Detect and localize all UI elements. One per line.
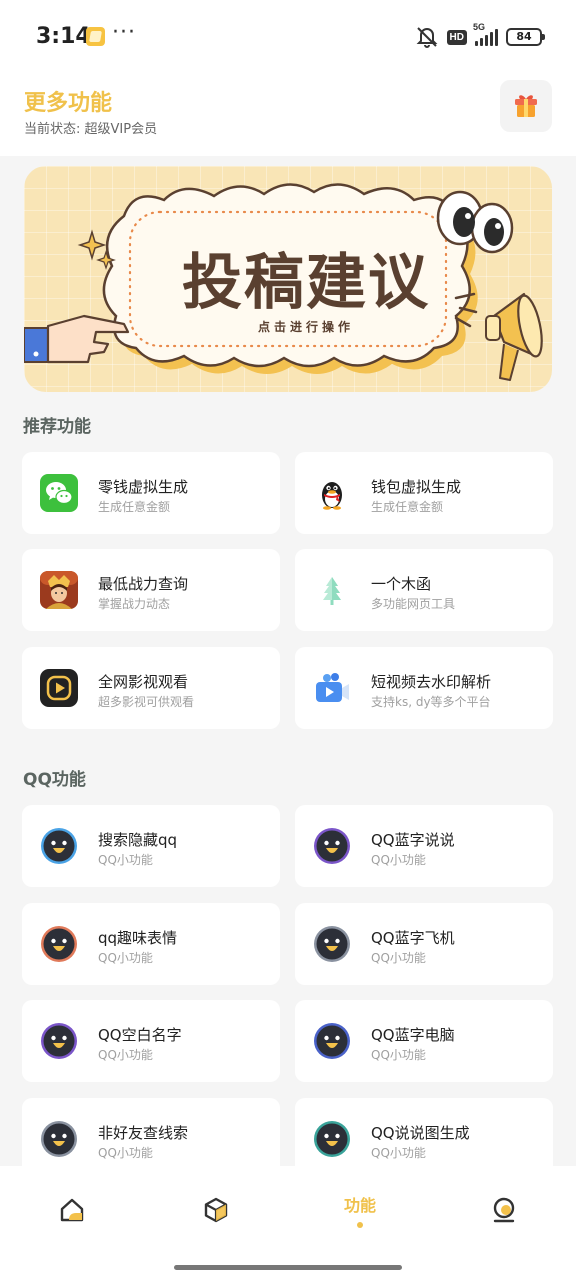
profile-icon bbox=[493, 1197, 515, 1223]
feature-name: QQ蓝字电脑 bbox=[371, 1026, 455, 1044]
feature-desc: 生成任意金额 bbox=[98, 500, 171, 514]
nav-item-home[interactable] bbox=[32, 1192, 112, 1252]
nav-label-features: 功能 bbox=[343, 1196, 376, 1215]
page-title: 更多功能 bbox=[24, 91, 113, 116]
feature-name: QQ蓝字飞机 bbox=[371, 929, 455, 947]
qq-feature-card[interactable]: QQ蓝字电脑 QQ小功能 bbox=[295, 1000, 553, 1082]
nav-item-features[interactable]: 功能 bbox=[320, 1192, 400, 1252]
banner-title: 投稿建议 bbox=[182, 248, 430, 318]
feature-desc: QQ小功能 bbox=[371, 1048, 426, 1062]
home-indicator[interactable] bbox=[174, 1265, 402, 1270]
feature-card[interactable]: 短视频去水印解析 支持ks, dy等多个平台 bbox=[295, 647, 553, 729]
gift-button[interactable] bbox=[500, 80, 552, 132]
nav-item-profile[interactable] bbox=[464, 1192, 544, 1252]
active-indicator bbox=[357, 1222, 363, 1228]
game-hero-icon bbox=[40, 571, 78, 609]
network-type: 5G bbox=[473, 22, 486, 32]
notes-app-icon bbox=[86, 27, 105, 46]
feature-name: 钱包虚拟生成 bbox=[371, 478, 462, 496]
qq-feature-card[interactable]: 搜索隐藏qq QQ小功能 bbox=[22, 805, 280, 887]
feature-desc: QQ小功能 bbox=[98, 951, 153, 965]
feature-desc: QQ小功能 bbox=[371, 951, 426, 965]
feature-desc: 多功能网页工具 bbox=[371, 597, 456, 611]
qq-avatar-icon bbox=[41, 1121, 77, 1157]
feature-card[interactable]: 零钱虚拟生成 生成任意金额 bbox=[22, 452, 280, 534]
feature-name: 一个木函 bbox=[371, 575, 432, 593]
feature-name: qq趣味表情 bbox=[98, 929, 178, 947]
qq-feature-card[interactable]: QQ空白名字 QQ小功能 bbox=[22, 1000, 280, 1082]
qq-penguin-icon bbox=[322, 482, 342, 510]
status-bar: 3:14 ··· HD 5G 84 bbox=[0, 0, 576, 72]
cube-icon bbox=[204, 1197, 228, 1223]
feature-name: 非好友查线索 bbox=[98, 1124, 189, 1142]
qq-avatar-icon bbox=[41, 828, 77, 864]
feature-name: 最低战力查询 bbox=[98, 575, 189, 593]
feature-card[interactable]: 全网影视观看 超多影视可供观看 bbox=[22, 647, 280, 729]
qq-feature-card[interactable]: QQ蓝字飞机 QQ小功能 bbox=[295, 903, 553, 985]
qq-avatar-icon bbox=[314, 926, 350, 962]
feature-name: 零钱虚拟生成 bbox=[98, 478, 189, 496]
hd-badge: HD bbox=[446, 29, 467, 45]
qq-feature-card[interactable]: qq趣味表情 QQ小功能 bbox=[22, 903, 280, 985]
qq-avatar-icon bbox=[314, 1121, 350, 1157]
feature-desc: 掌握战力动态 bbox=[98, 597, 171, 611]
section-title-qq: QQ功能 bbox=[23, 770, 86, 790]
nav-item-explore[interactable] bbox=[176, 1192, 256, 1252]
status-icons: HD 5G 84 bbox=[415, 22, 545, 48]
signal-icon: 5G bbox=[473, 22, 498, 46]
submit-suggestion-banner[interactable]: 投稿建议 点击进行操作 bbox=[24, 166, 552, 392]
section-title-recommended: 推荐功能 bbox=[23, 417, 91, 437]
feature-desc: QQ小功能 bbox=[371, 853, 426, 867]
feature-desc: QQ小功能 bbox=[98, 1146, 153, 1160]
feature-desc: QQ小功能 bbox=[98, 853, 153, 867]
wechat-icon bbox=[40, 474, 78, 512]
feature-name: QQ说说图生成 bbox=[371, 1124, 470, 1142]
feature-desc: QQ小功能 bbox=[98, 1048, 153, 1062]
feature-name: QQ蓝字说说 bbox=[371, 831, 455, 849]
page-header: 更多功能 当前状态: 超级VIP会员 bbox=[0, 72, 576, 156]
qq-avatar-icon bbox=[41, 1023, 77, 1059]
video-play-icon bbox=[40, 669, 78, 707]
feature-desc: 支持ks, dy等多个平台 bbox=[371, 695, 491, 709]
feature-name: QQ空白名字 bbox=[98, 1026, 182, 1044]
feature-desc: QQ小功能 bbox=[371, 1146, 426, 1160]
banner-subtitle: 点击进行操作 bbox=[257, 320, 354, 334]
qq-avatar-icon bbox=[41, 926, 77, 962]
feature-card[interactable]: 一个木函 多功能网页工具 bbox=[295, 549, 553, 631]
status-time: 3:14 bbox=[36, 24, 91, 49]
more-notifications-icon: ··· bbox=[112, 20, 136, 45]
gift-icon bbox=[515, 95, 537, 117]
feature-desc: 生成任意金额 bbox=[371, 500, 444, 514]
bell-muted-icon bbox=[415, 26, 439, 48]
tree-icon bbox=[323, 577, 341, 605]
qq-feature-card[interactable]: QQ蓝字说说 QQ小功能 bbox=[295, 805, 553, 887]
feature-card[interactable]: 钱包虚拟生成 生成任意金额 bbox=[295, 452, 553, 534]
feature-desc: 超多影视可供观看 bbox=[98, 695, 195, 709]
video-camera-icon bbox=[316, 673, 349, 702]
feature-name: 全网影视观看 bbox=[98, 673, 189, 691]
battery-icon: 84 bbox=[506, 28, 545, 46]
qq-avatar-icon bbox=[314, 1023, 350, 1059]
membership-status: 当前状态: 超级VIP会员 bbox=[24, 122, 158, 137]
qq-avatar-icon bbox=[314, 828, 350, 864]
home-icon bbox=[60, 1198, 84, 1222]
feature-card[interactable]: 最低战力查询 掌握战力动态 bbox=[22, 549, 280, 631]
feature-name: 搜索隐藏qq bbox=[98, 831, 178, 849]
feature-name: 短视频去水印解析 bbox=[371, 673, 492, 691]
bottom-nav: 功能 bbox=[0, 1166, 576, 1280]
